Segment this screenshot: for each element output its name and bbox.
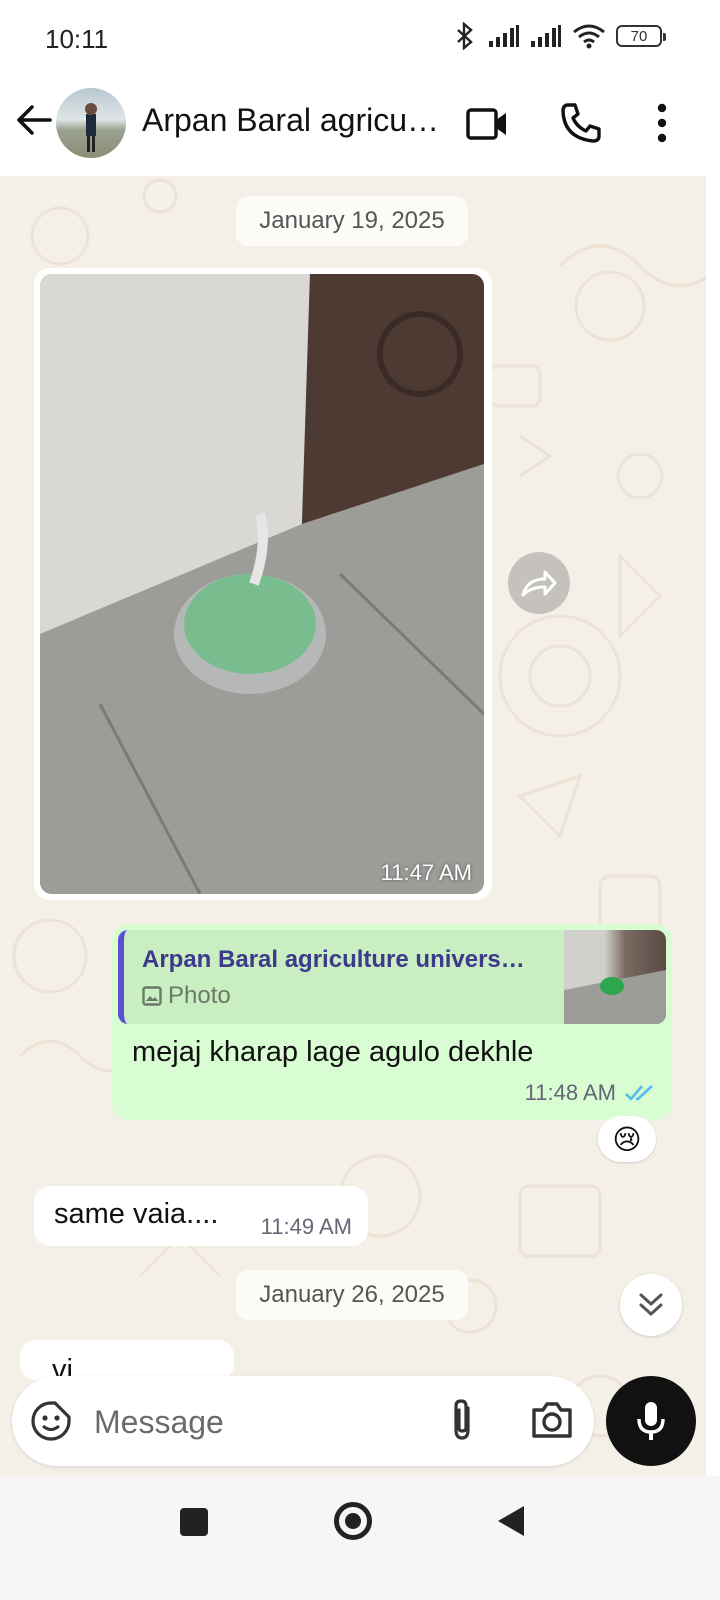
voice-record-button[interactable] (606, 1376, 696, 1466)
date-divider: January 19, 2025 (236, 196, 468, 246)
bluetooth-icon (457, 22, 473, 50)
mic-icon (637, 1402, 665, 1440)
photo-image[interactable]: 11:47 AM (40, 274, 484, 894)
incoming-message-partial[interactable]: vi (20, 1340, 234, 1380)
back-arrow-icon[interactable] (14, 100, 54, 140)
system-nav-bar (0, 1476, 720, 1600)
status-time: 10:11 (45, 24, 109, 54)
message-input[interactable] (94, 1402, 414, 1442)
attach-icon[interactable] (446, 1398, 478, 1444)
message-meta: 11:48 AM (525, 1080, 656, 1106)
more-vert-icon[interactable] (650, 102, 674, 144)
quoted-sender: Arpan Baral agriculture univers… (142, 946, 525, 973)
message-text: same vaia.... (54, 1198, 219, 1230)
avatar[interactable] (56, 88, 126, 158)
double-chevron-down-icon (639, 1293, 663, 1316)
recent-apps-button[interactable] (180, 1508, 208, 1536)
quoted-thumbnail (564, 930, 666, 1024)
message-time: 11:47 AM (380, 860, 472, 885)
battery-icon: 70 (616, 25, 666, 47)
home-button[interactable] (334, 1502, 372, 1540)
camera-icon[interactable] (530, 1400, 574, 1440)
message-reaction[interactable]: 😢 (598, 1116, 656, 1162)
signal-icon (531, 25, 561, 47)
back-button[interactable] (498, 1506, 524, 1536)
photo-message[interactable]: 11:47 AM (34, 268, 492, 900)
voice-call-icon[interactable] (560, 102, 602, 144)
message-composer (12, 1376, 594, 1466)
message-time: 11:48 AM (524, 1080, 616, 1105)
chat-header: Arpan Baral agricu… (0, 78, 720, 176)
scroll-to-bottom-button[interactable] (620, 1274, 682, 1336)
forward-button[interactable] (508, 552, 570, 614)
video-call-icon[interactable] (466, 104, 508, 144)
forward-icon (521, 570, 557, 597)
signal-icon (489, 25, 519, 47)
message-text: mejaj kharap lage agulo dekhle (132, 1036, 534, 1068)
chat-area[interactable]: January 19, 2025 11:47 AM Arpan Baral ag… (0, 176, 706, 1476)
photo-icon (142, 986, 162, 1006)
date-divider: January 26, 2025 (236, 1270, 468, 1320)
incoming-message[interactable]: same vaia.... 11:49 AM (34, 1186, 368, 1246)
wifi-icon (573, 24, 605, 49)
sticker-icon[interactable] (30, 1400, 72, 1442)
quoted-message[interactable]: Arpan Baral agriculture univers… Photo (118, 930, 666, 1024)
status-bar: 10:11 70 (0, 0, 720, 78)
reply-message[interactable]: Arpan Baral agriculture univers… Photo m… (112, 924, 672, 1120)
status-icons: 70 (452, 22, 666, 50)
battery-level: 70 (630, 27, 648, 45)
message-time: 11:49 AM (260, 1214, 352, 1239)
contact-name[interactable]: Arpan Baral agricu… (142, 102, 442, 139)
read-ticks-icon (625, 1085, 653, 1101)
quoted-type: Photo (168, 982, 231, 1009)
